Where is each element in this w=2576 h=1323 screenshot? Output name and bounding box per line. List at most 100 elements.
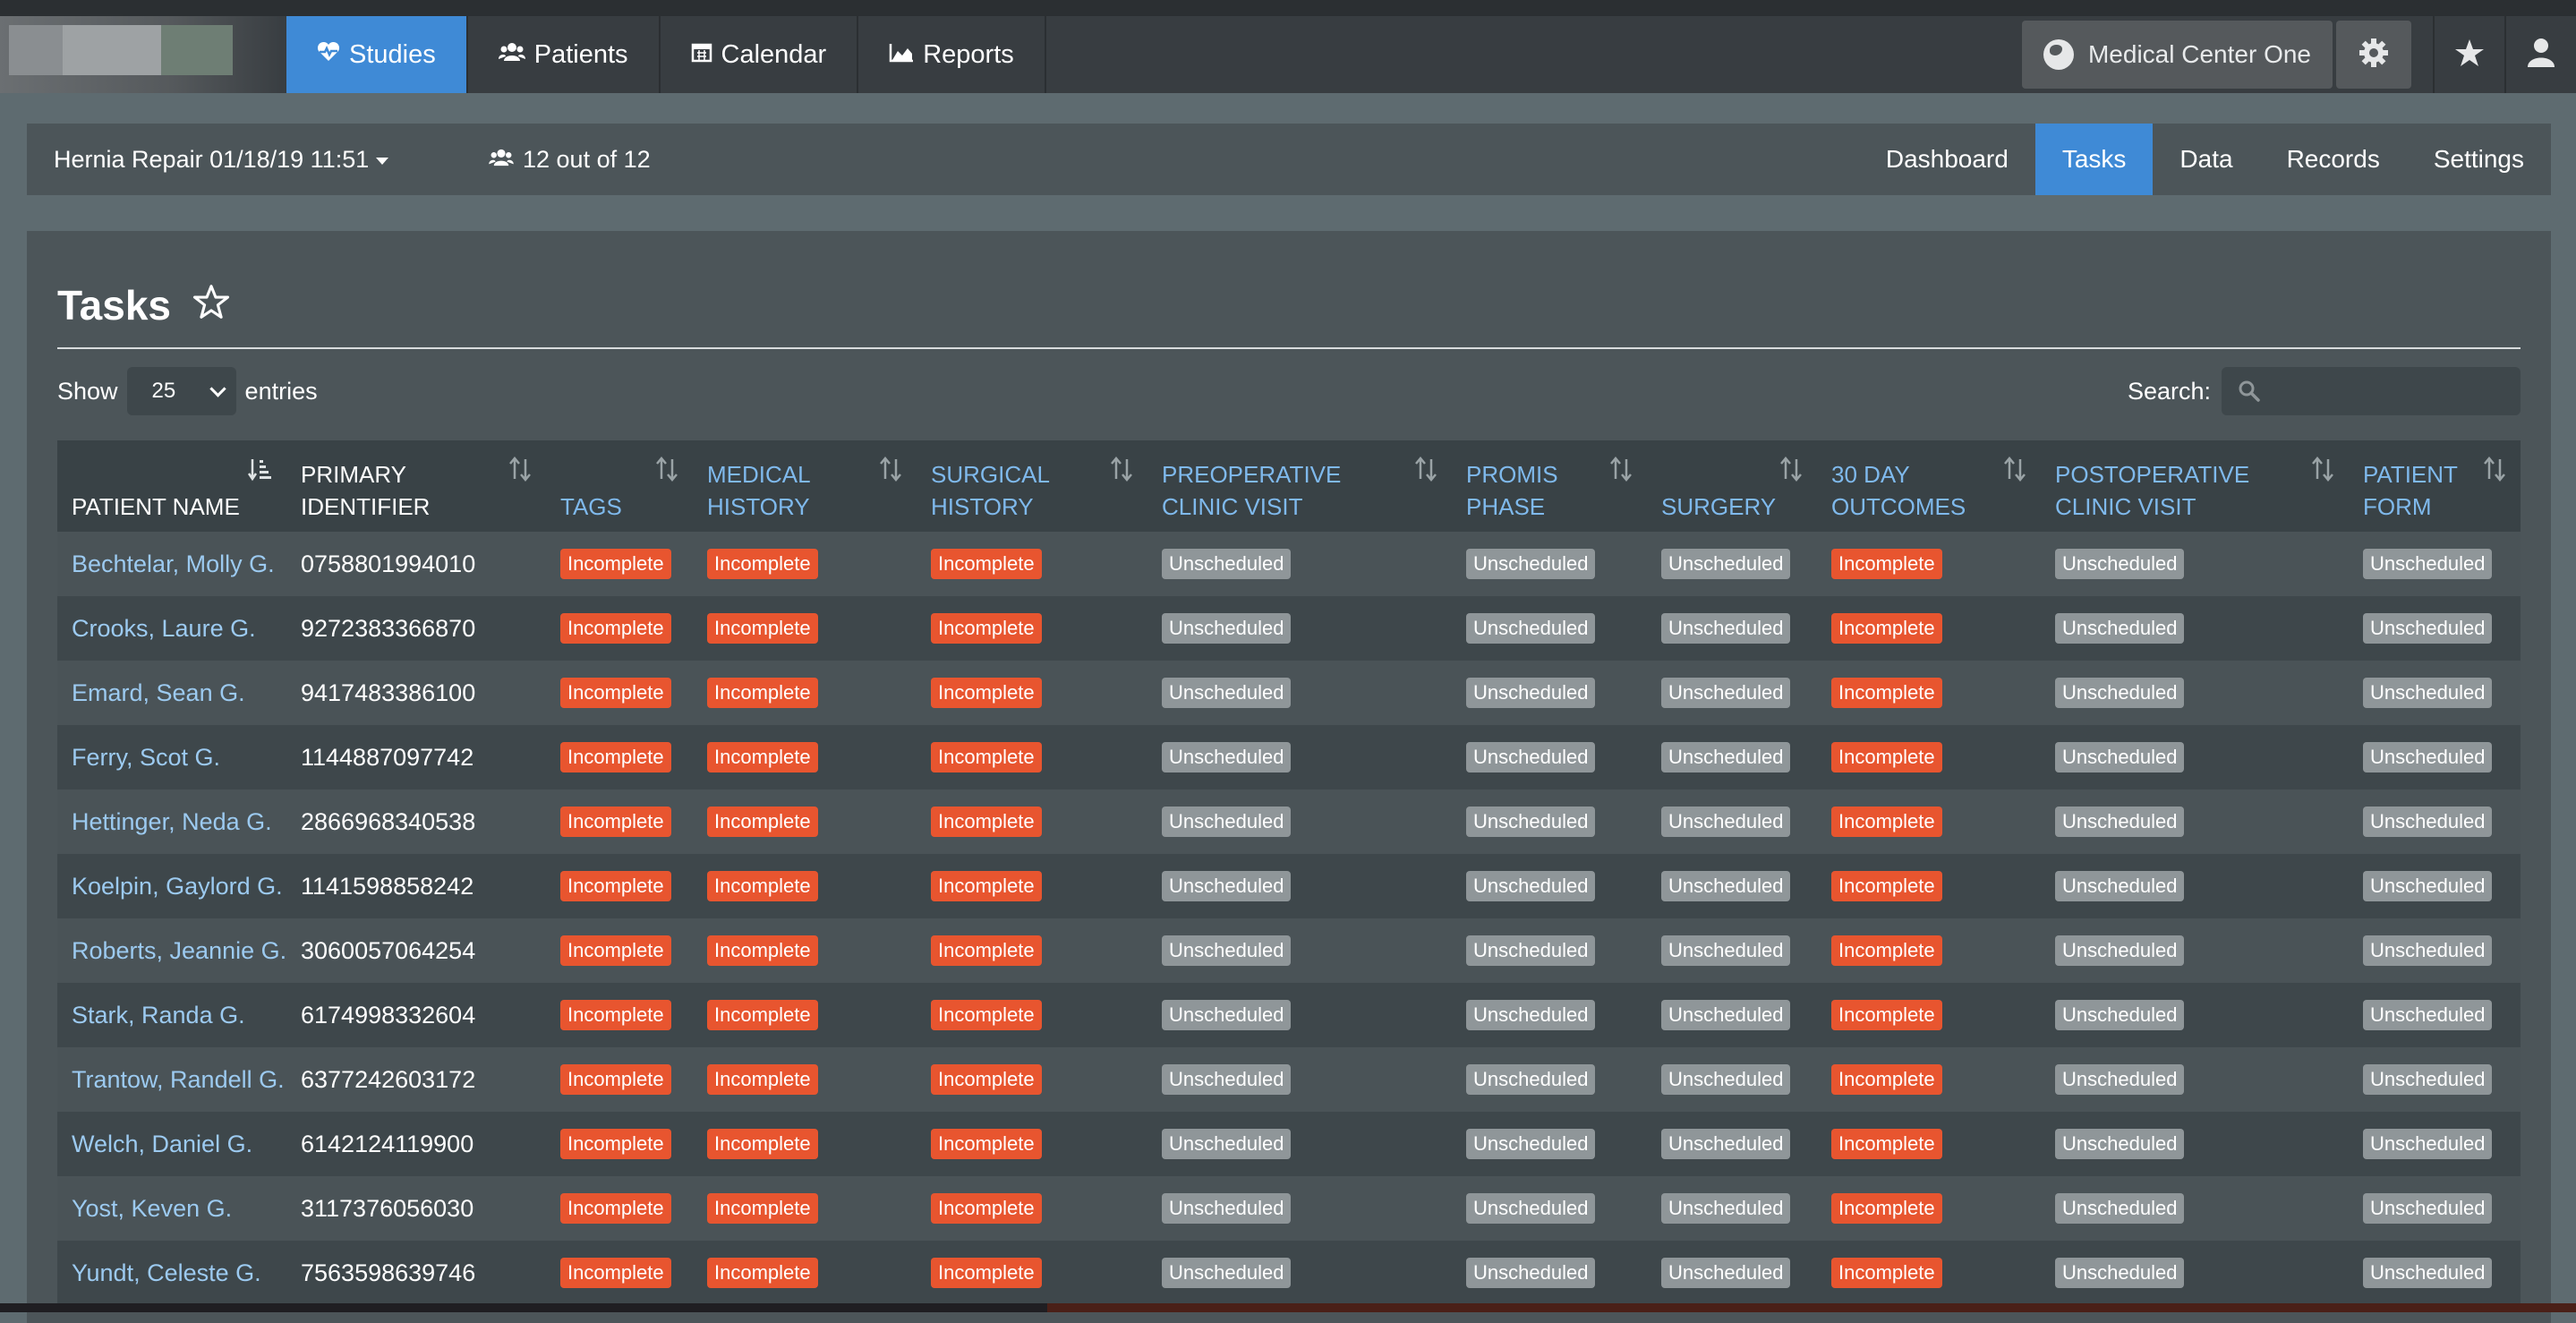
tab-settings[interactable]: Settings [2407, 124, 2551, 195]
status-badge[interactable]: Unscheduled [1466, 1193, 1596, 1224]
status-badge[interactable]: Incomplete [707, 935, 818, 966]
status-badge[interactable]: Unscheduled [2055, 871, 2185, 901]
status-badge[interactable]: Unscheduled [1661, 742, 1791, 772]
status-badge[interactable]: Unscheduled [1661, 935, 1791, 966]
status-badge[interactable]: Incomplete [1831, 1193, 1942, 1224]
status-badge[interactable]: Incomplete [931, 807, 1042, 837]
status-badge[interactable]: Unscheduled [2363, 613, 2493, 644]
status-badge[interactable]: Incomplete [1831, 1129, 1942, 1159]
patient-name-link[interactable]: Hettinger, Neda G. [72, 790, 272, 854]
status-badge[interactable]: Incomplete [931, 742, 1042, 772]
status-badge[interactable]: Unscheduled [2363, 678, 2493, 708]
status-badge[interactable]: Incomplete [560, 935, 671, 966]
status-badge[interactable]: Unscheduled [1162, 549, 1292, 579]
status-badge[interactable]: Unscheduled [1466, 871, 1596, 901]
status-badge[interactable]: Unscheduled [1661, 807, 1791, 837]
column-header-patient-form[interactable]: PATIENT FORM [2349, 440, 2521, 532]
settings-button[interactable] [2336, 21, 2411, 89]
status-badge[interactable]: Unscheduled [2055, 549, 2185, 579]
status-badge[interactable]: Incomplete [931, 678, 1042, 708]
status-badge[interactable]: Unscheduled [1466, 549, 1596, 579]
status-badge[interactable]: Incomplete [707, 1129, 818, 1159]
status-badge[interactable]: Unscheduled [1661, 678, 1791, 708]
patient-name-link[interactable]: Ferry, Scot G. [72, 725, 220, 790]
status-badge[interactable]: Incomplete [1831, 1064, 1942, 1095]
status-badge[interactable]: Unscheduled [1162, 1000, 1292, 1030]
status-badge[interactable]: Incomplete [1831, 935, 1942, 966]
status-badge[interactable]: Unscheduled [1466, 742, 1596, 772]
status-badge[interactable]: Incomplete [931, 1000, 1042, 1030]
status-badge[interactable]: Unscheduled [2055, 678, 2185, 708]
status-badge[interactable]: Incomplete [931, 871, 1042, 901]
status-badge[interactable]: Incomplete [931, 549, 1042, 579]
status-badge[interactable]: Unscheduled [1162, 678, 1292, 708]
status-badge[interactable]: Incomplete [931, 1258, 1042, 1288]
status-badge[interactable]: Unscheduled [2055, 1000, 2185, 1030]
status-badge[interactable]: Unscheduled [1162, 1129, 1292, 1159]
status-badge[interactable]: Incomplete [707, 1064, 818, 1095]
status-badge[interactable]: Unscheduled [1466, 935, 1596, 966]
status-badge[interactable]: Incomplete [707, 1193, 818, 1224]
column-header-promis-phase[interactable]: PROMIS PHASE [1452, 440, 1647, 532]
status-badge[interactable]: Incomplete [707, 678, 818, 708]
status-badge[interactable]: Incomplete [931, 613, 1042, 644]
status-badge[interactable]: Unscheduled [1162, 935, 1292, 966]
status-badge[interactable]: Incomplete [1831, 807, 1942, 837]
status-badge[interactable]: Unscheduled [2055, 1193, 2185, 1224]
status-badge[interactable]: Unscheduled [2055, 613, 2185, 644]
tab-data[interactable]: Data [2153, 124, 2259, 195]
status-badge[interactable]: Incomplete [707, 807, 818, 837]
status-badge[interactable]: Incomplete [560, 1064, 671, 1095]
status-badge[interactable]: Unscheduled [2363, 1129, 2493, 1159]
status-badge[interactable]: Incomplete [931, 1064, 1042, 1095]
patient-name-link[interactable]: Bechtelar, Molly G. [72, 532, 275, 596]
patient-name-link[interactable]: Koelpin, Gaylord G. [72, 854, 283, 918]
study-selector[interactable]: Hernia Repair 01/18/19 11:51 [54, 124, 389, 195]
tab-dashboard[interactable]: Dashboard [1859, 124, 2035, 195]
status-badge[interactable]: Unscheduled [1466, 1129, 1596, 1159]
status-badge[interactable]: Incomplete [1831, 1258, 1942, 1288]
status-badge[interactable]: Unscheduled [2363, 871, 2493, 901]
status-badge[interactable]: Unscheduled [1466, 1064, 1596, 1095]
status-badge[interactable]: Unscheduled [1661, 1129, 1791, 1159]
status-badge[interactable]: Incomplete [560, 549, 671, 579]
status-badge[interactable]: Unscheduled [2363, 935, 2493, 966]
status-badge[interactable]: Incomplete [560, 1129, 671, 1159]
status-badge[interactable]: Unscheduled [1162, 807, 1292, 837]
status-badge[interactable]: Incomplete [931, 1129, 1042, 1159]
search-input[interactable] [2222, 367, 2521, 415]
column-header-preoperative-clinic-visit[interactable]: PREOPERATIVE CLINIC VISIT [1147, 440, 1452, 532]
status-badge[interactable]: Unscheduled [2055, 807, 2185, 837]
status-badge[interactable]: Unscheduled [1162, 1064, 1292, 1095]
status-badge[interactable]: Unscheduled [1661, 1000, 1791, 1030]
column-header-primary-identifier[interactable]: PRIMARY IDENTIFIER [286, 440, 546, 532]
column-header-medical-history[interactable]: MEDICAL HISTORY [693, 440, 917, 532]
status-badge[interactable]: Unscheduled [1162, 613, 1292, 644]
tab-records[interactable]: Records [2260, 124, 2407, 195]
patient-name-link[interactable]: Stark, Randa G. [72, 983, 245, 1047]
favorite-star-icon[interactable] [192, 281, 230, 329]
column-header-surgical-history[interactable]: SURGICAL HISTORY [917, 440, 1147, 532]
status-badge[interactable]: Incomplete [1831, 613, 1942, 644]
status-badge[interactable]: Incomplete [1831, 871, 1942, 901]
status-badge[interactable]: Incomplete [1831, 549, 1942, 579]
tab-tasks[interactable]: Tasks [2034, 124, 2154, 195]
status-badge[interactable]: Unscheduled [2055, 1258, 2185, 1288]
status-badge[interactable]: Unscheduled [2055, 935, 2185, 966]
status-badge[interactable]: Incomplete [707, 1258, 818, 1288]
status-badge[interactable]: Incomplete [1831, 678, 1942, 708]
status-badge[interactable]: Unscheduled [2363, 742, 2493, 772]
column-header-tags[interactable]: TAGS [546, 440, 693, 532]
status-badge[interactable]: Incomplete [707, 1000, 818, 1030]
patient-name-link[interactable]: Roberts, Jeannie G. [72, 918, 286, 983]
nav-tab-reports[interactable]: Reports [858, 16, 1046, 93]
column-header-surgery[interactable]: SURGERY [1647, 440, 1817, 532]
status-badge[interactable]: Unscheduled [2363, 1000, 2493, 1030]
status-badge[interactable]: Incomplete [560, 613, 671, 644]
status-badge[interactable]: Incomplete [707, 613, 818, 644]
status-badge[interactable]: Incomplete [707, 549, 818, 579]
status-badge[interactable]: Unscheduled [1466, 1258, 1596, 1288]
status-badge[interactable]: Unscheduled [1162, 1193, 1292, 1224]
status-badge[interactable]: Unscheduled [1162, 1258, 1292, 1288]
column-header-postoperative-clinic-visit[interactable]: POSTOPERATIVE CLINIC VISIT [2041, 440, 2349, 532]
